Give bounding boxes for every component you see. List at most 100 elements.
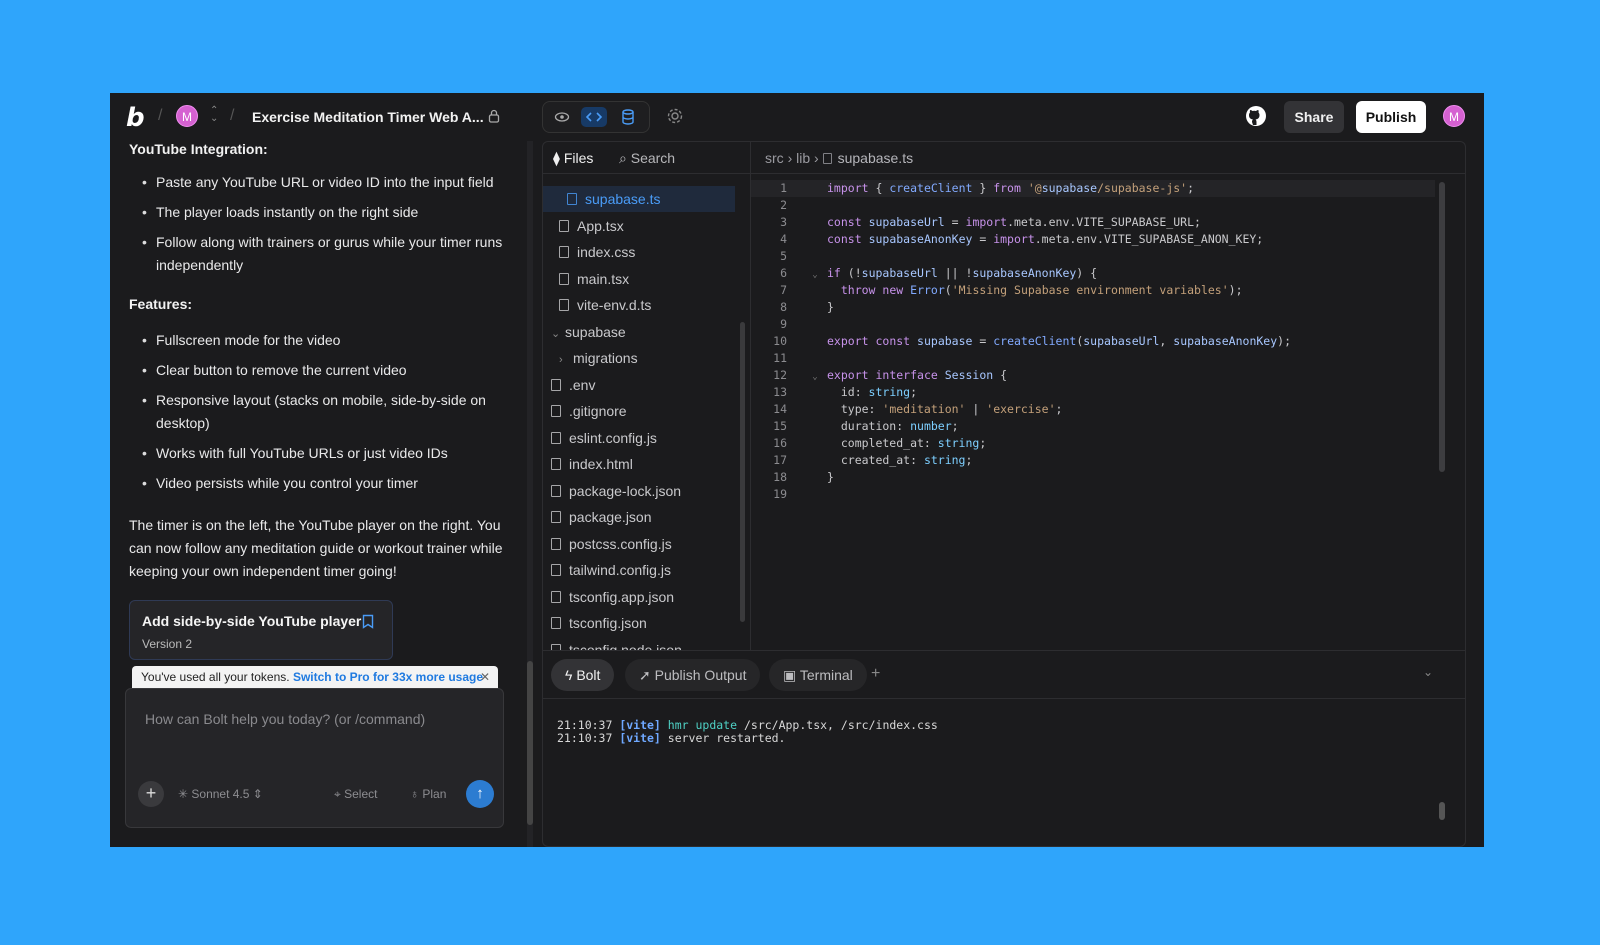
line-number: 14 (773, 402, 787, 416)
divider (543, 698, 1465, 699)
file-tree-item[interactable]: supabase.ts (543, 186, 735, 212)
file-icon (551, 431, 561, 444)
publish-button[interactable]: Publish (1356, 101, 1426, 133)
file-tree-item[interactable]: › migrations (543, 345, 735, 371)
upgrade-link[interactable]: Switch to Pro for 33x more usage (293, 670, 483, 684)
file-tree-item[interactable]: tsconfig.node.json (543, 637, 735, 651)
code-line[interactable]: 19 (751, 486, 1435, 503)
file-tree-item[interactable]: tsconfig.json (543, 610, 735, 636)
file-tree-item[interactable]: tailwind.config.js (543, 557, 735, 583)
code-line[interactable]: 7 throw new Error('Missing Supabase envi… (751, 282, 1435, 299)
file-name: tsconfig.node.json (569, 641, 682, 651)
close-icon[interactable]: ✕ (480, 666, 490, 688)
code-icon[interactable] (581, 107, 607, 127)
code-editor[interactable]: 1 import { createClient } from '@supabase… (751, 174, 1465, 650)
terminal-output[interactable]: 21:10:37 [vite] hmr update /src/App.tsx,… (557, 719, 938, 745)
file-tree-item[interactable]: App.tsx (543, 213, 735, 239)
file-tree-item[interactable]: vite-env.d.ts (543, 292, 735, 318)
code-line[interactable]: 5 (751, 248, 1435, 265)
code-line[interactable]: 6 ⌄ if (!supabaseUrl || !supabaseAnonKey) … (751, 265, 1435, 282)
file-tree: supabase.ts App.tsx index.css main.tsx vite-… (543, 174, 743, 650)
tab-files[interactable]: ⧫ Files (553, 150, 593, 167)
model-selector[interactable]: ✳ Sonnet 4.5 ⇕ (178, 787, 263, 801)
code-line[interactable]: 18} (751, 469, 1435, 486)
select-button[interactable]: ⌖ Select (334, 787, 377, 802)
tab-terminal[interactable]: ▣ Terminal (769, 659, 867, 691)
section-heading: YouTube Integration: (129, 141, 268, 157)
files-tree-icon: ⧫ (553, 150, 564, 166)
code-line[interactable]: 9 (751, 316, 1435, 333)
file-tree-item[interactable]: index.html (543, 451, 735, 477)
code-line[interactable]: 1 import { createClient } from '@supabase… (751, 180, 1435, 197)
terminal-line: 21:10:37 [vite] server restarted. (557, 731, 786, 745)
file-tree-item[interactable]: package-lock.json (543, 478, 735, 504)
code-text: if (!supabaseUrl || !supabaseAnonKey) { (827, 266, 1098, 280)
code-line[interactable]: 8} (751, 299, 1435, 316)
file-tree-item[interactable]: postcss.config.js (543, 531, 735, 557)
lock-icon[interactable] (488, 109, 500, 123)
code-text: type: 'meditation' | 'exercise'; (827, 402, 1063, 416)
chat-scrollbar[interactable] (527, 141, 533, 847)
github-icon[interactable] (1245, 105, 1267, 127)
line-number: 19 (773, 487, 787, 501)
scroll-thumb[interactable] (527, 661, 533, 825)
prompt-input[interactable]: How can Bolt help you today? (or /comman… (125, 688, 504, 828)
code-line[interactable]: 3 const supabaseUrl = import.meta.env.VIT… (751, 214, 1435, 231)
add-attachment-button[interactable]: + (138, 781, 164, 807)
assistant-summary: The timer is on the left, the YouTube pl… (129, 517, 503, 579)
switch-project-icon[interactable]: ⌃ ⌄ (210, 106, 218, 124)
token-notice-text: You've used all your tokens. (141, 670, 290, 684)
tab-search[interactable]: ⌕ Search (619, 150, 675, 167)
file-tree-scrollbar[interactable] (740, 322, 745, 622)
code-line[interactable]: 4 const supabaseAnonKey = import.meta.env… (751, 231, 1435, 248)
file-tree-item[interactable]: .env (543, 372, 735, 398)
list-item: Clear button to remove the current video (142, 359, 510, 382)
code-text: export interface Session { (827, 368, 1008, 382)
file-tree-item[interactable]: index.css (543, 239, 735, 265)
bolt-logo[interactable]: b (126, 103, 145, 133)
file-name: tailwind.config.js (569, 562, 671, 578)
user-avatar[interactable]: M (1443, 105, 1465, 127)
preview-icon[interactable] (549, 107, 575, 127)
breadcrumb-item[interactable]: lib (796, 150, 810, 166)
project-owner-avatar[interactable]: M (176, 105, 198, 127)
code-line[interactable]: 17 created_at: string; (751, 452, 1435, 469)
separator: / (230, 107, 235, 124)
tab-publish-output[interactable]: ➚ Publish Output (625, 659, 761, 691)
breadcrumb-item[interactable]: src (765, 150, 784, 166)
code-text: } (827, 300, 834, 314)
database-icon[interactable] (615, 107, 641, 127)
share-button[interactable]: Share (1284, 101, 1344, 133)
file-tree-item[interactable]: tsconfig.app.json (543, 584, 735, 610)
file-tree-item[interactable]: main.tsx (543, 266, 735, 292)
code-line[interactable]: 15 duration: number; (751, 418, 1435, 435)
settings-gear-icon[interactable] (666, 107, 684, 125)
breadcrumb-current[interactable]: supabase.ts (838, 150, 914, 166)
code-text: import { createClient } from '@supabase/… (827, 181, 1195, 195)
add-terminal-icon[interactable]: + (871, 665, 880, 683)
code-line[interactable]: 16 completed_at: string; (751, 435, 1435, 452)
code-line[interactable]: 2 (751, 197, 1435, 214)
editor-scrollbar[interactable] (1439, 182, 1445, 472)
code-line[interactable]: 13 id: string; (751, 384, 1435, 401)
code-line[interactable]: 11 (751, 350, 1435, 367)
code-line[interactable]: 10 export const supabase = createClient(s… (751, 333, 1435, 350)
file-tree-item[interactable]: ⌄ supabase (543, 319, 735, 345)
send-button[interactable]: ↑ (466, 780, 494, 808)
code-line[interactable]: 14 type: 'meditation' | 'exercise'; (751, 401, 1435, 418)
bookmark-icon[interactable] (362, 614, 374, 629)
terminal-scrollbar[interactable] (1439, 802, 1445, 820)
project-title[interactable]: Exercise Meditation Timer Web A... (252, 109, 484, 125)
chevron-down-icon[interactable]: ⌄ (1423, 665, 1433, 679)
line-number: 2 (780, 198, 787, 212)
version-card[interactable]: Add side-by-side YouTube player Version … (129, 600, 393, 660)
tab-bolt[interactable]: ϟ Bolt (551, 659, 615, 691)
file-tree-item[interactable]: eslint.config.js (543, 425, 735, 451)
sparkle-icon: ✳ (178, 787, 192, 801)
file-tree-item[interactable]: .gitignore (543, 398, 735, 424)
code-line[interactable]: 12 ⌄ export interface Session { (751, 367, 1435, 384)
bolt-icon: ϟ (565, 667, 577, 683)
list-item: Video persists while you control your ti… (142, 472, 510, 495)
plan-button[interactable]: ♁ Plan (410, 787, 446, 801)
file-tree-item[interactable]: package.json (543, 504, 735, 530)
